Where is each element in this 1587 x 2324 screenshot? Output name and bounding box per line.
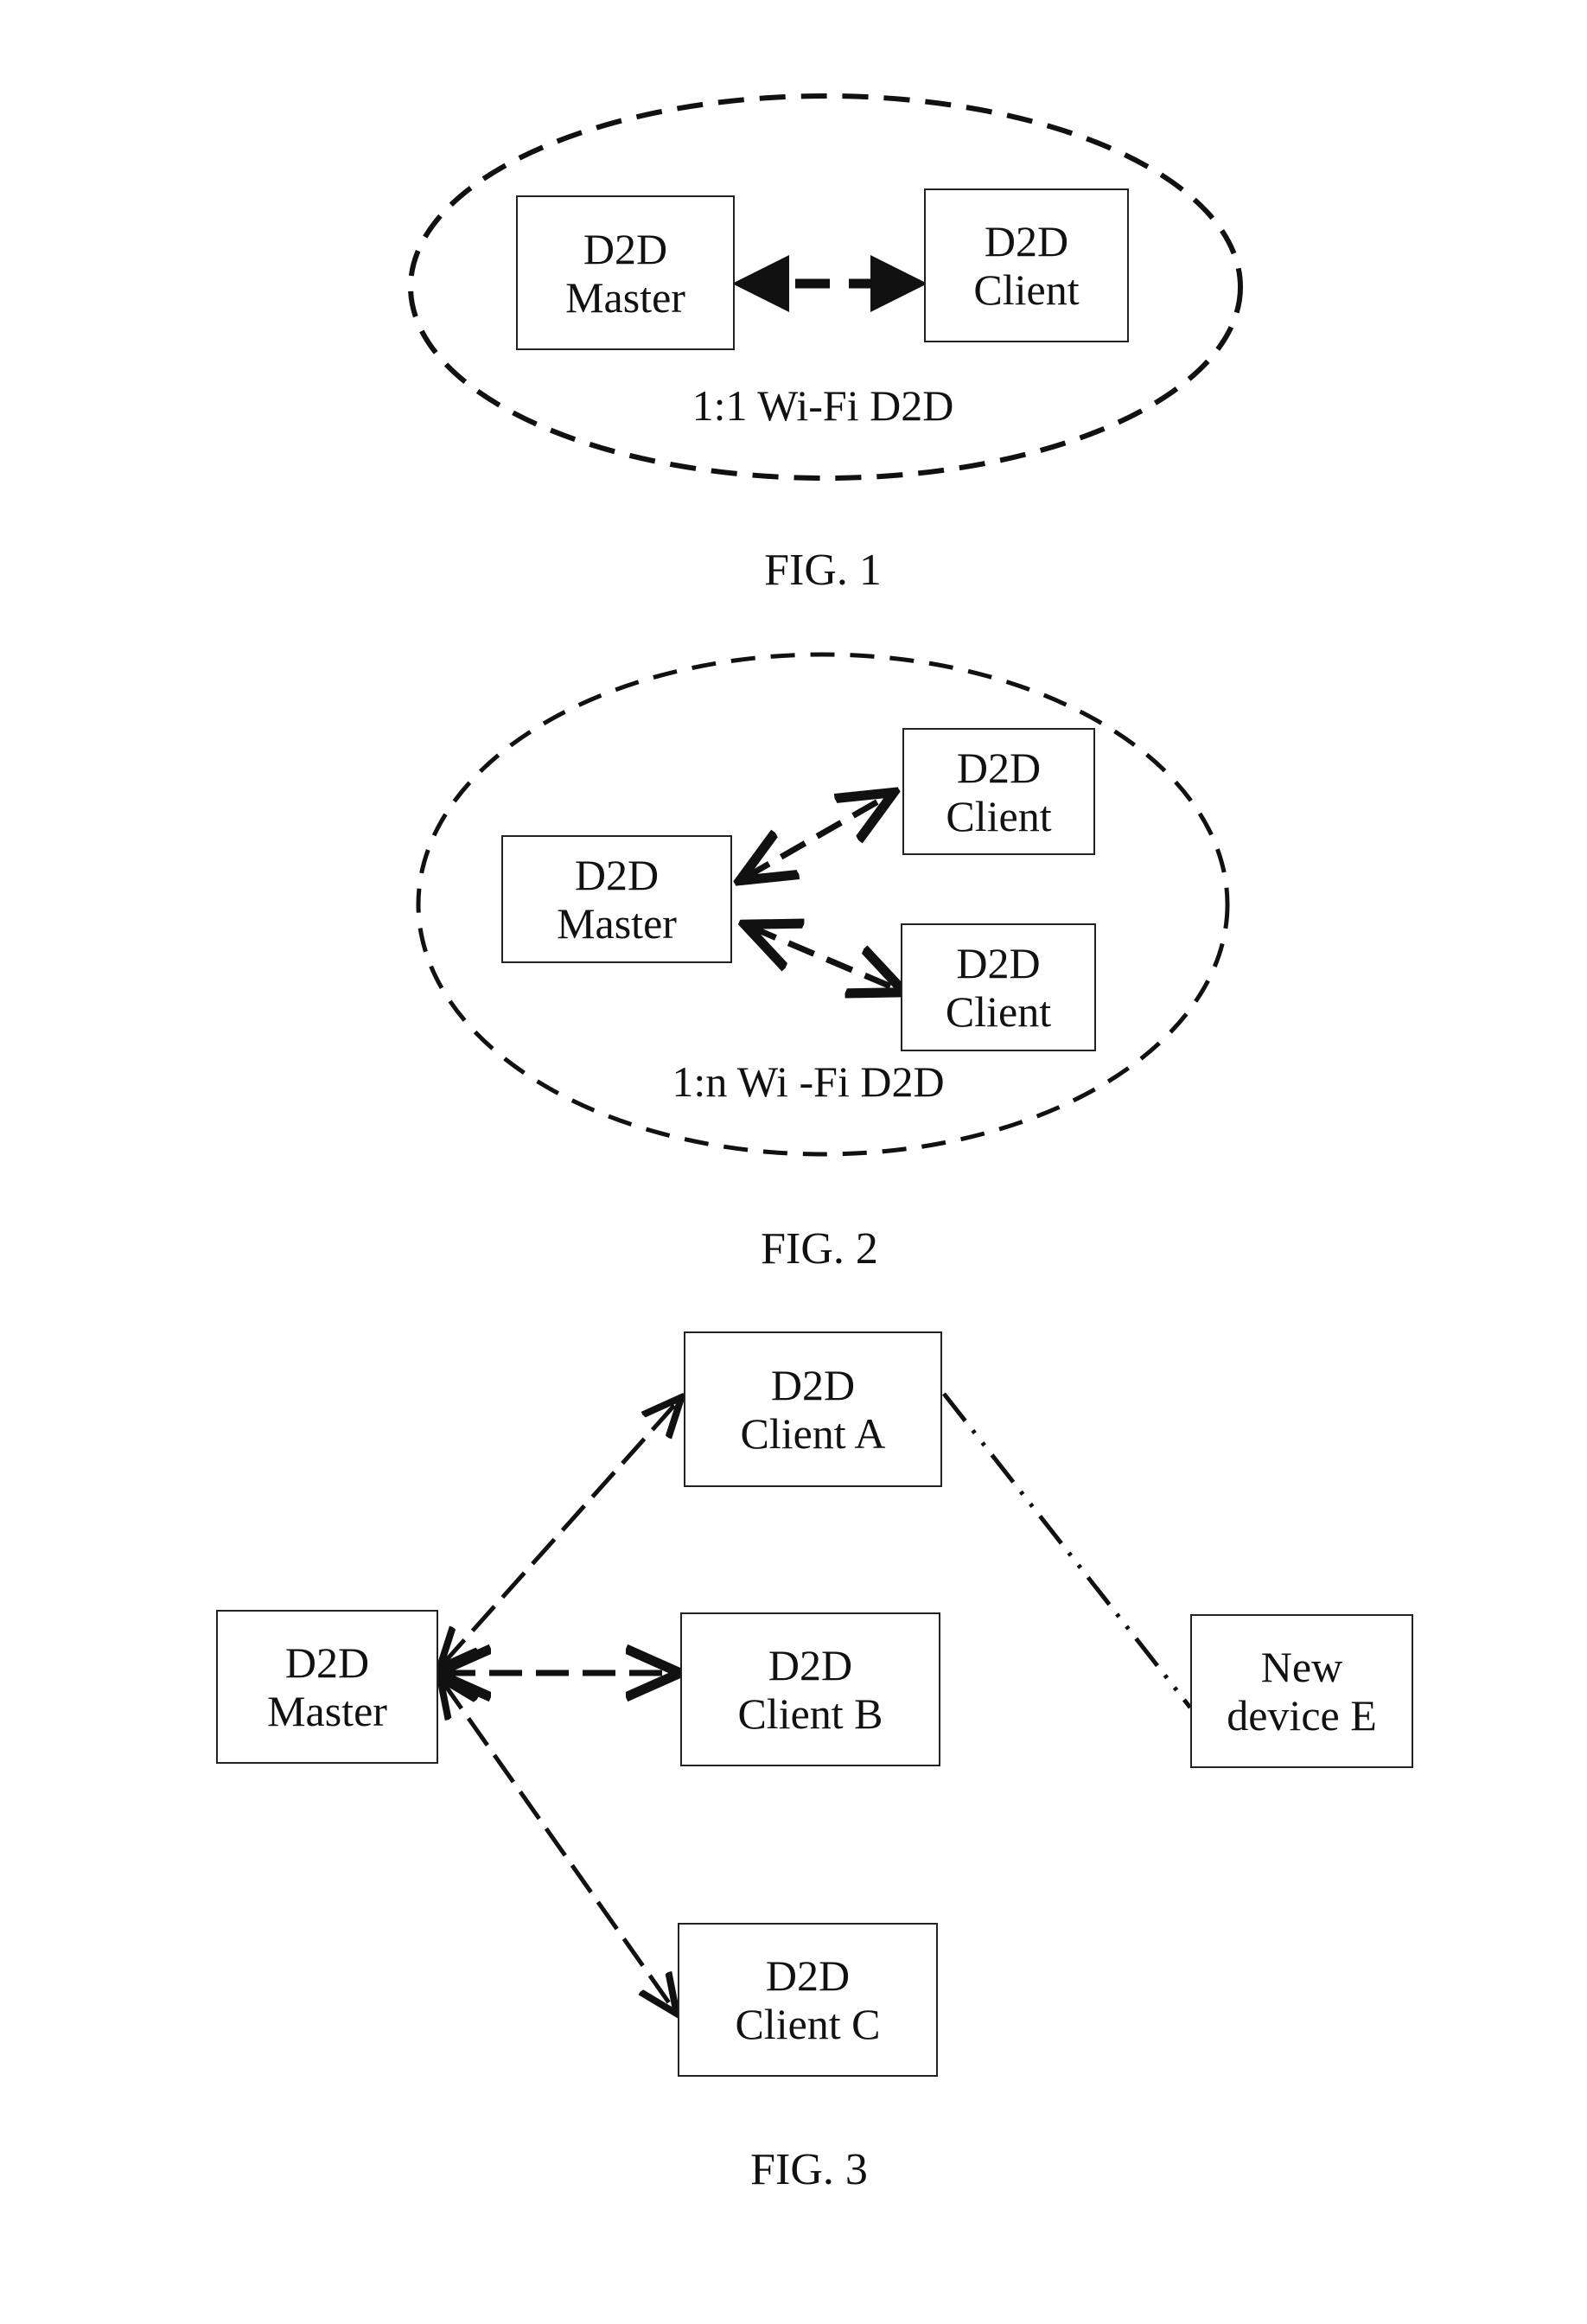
fig1-client-line2: Client (973, 265, 1080, 314)
fig3-master-box: D2D Master (216, 1610, 438, 1764)
fig3-new-device-line1: New (1260, 1643, 1343, 1691)
fig2-client2-box: D2D Client (901, 923, 1096, 1051)
fig1-master-box: D2D Master (516, 195, 735, 350)
fig1-group-label: 1:1 Wi-Fi D2D (692, 381, 954, 430)
fig3-client-a-box: D2D Client A (684, 1331, 942, 1487)
fig2-master-box: D2D Master (501, 835, 732, 963)
fig1-caption: FIG. 1 (764, 546, 882, 595)
fig2-link-arrow-2 (750, 927, 899, 990)
fig2-group-label: 1:n Wi -Fi D2D (672, 1057, 945, 1106)
fig3-new-device-box: New device E (1190, 1614, 1413, 1768)
fig1-client-line1: D2D (984, 217, 1069, 265)
fig2-client1-line2: Client (946, 791, 1052, 840)
fig1-master-line2: Master (565, 272, 685, 322)
fig3-master-line2: Master (267, 1687, 387, 1735)
fig3-client-a-line2: Client A (740, 1409, 886, 1458)
fig3-client-a-line1: D2D (770, 1361, 856, 1409)
fig3-link-arrow-c (443, 1682, 674, 2010)
fig3-master-line1: D2D (284, 1638, 370, 1687)
fig3-client-c-box: D2D Client C (678, 1923, 938, 2077)
fig2-client2-line1: D2D (956, 939, 1041, 987)
fig3-link-arrow-a (443, 1401, 679, 1664)
fig2-client1-box: D2D Client (902, 728, 1095, 855)
fig2-caption: FIG. 2 (761, 1224, 878, 1274)
fig3-client-b-line1: D2D (768, 1641, 853, 1689)
fig3-client-b-box: D2D Client B (680, 1612, 940, 1766)
fig3-client-c-line1: D2D (765, 1951, 851, 2000)
fig2-master-line2: Master (557, 899, 677, 948)
fig1-client-box: D2D Client (924, 188, 1129, 342)
fig3-client-b-line2: Client B (737, 1689, 883, 1738)
fig2-link-arrow-1 (745, 795, 889, 878)
fig3-client-c-line2: Client C (735, 2000, 881, 2048)
fig2-master-line1: D2D (574, 851, 660, 899)
fig3-caption: FIG. 3 (750, 2145, 868, 2194)
fig3-new-device-line2: device E (1227, 1691, 1377, 1740)
fig3-discovery-link-e (942, 1392, 1192, 1709)
fig2-client1-line1: D2D (956, 743, 1042, 792)
fig2-client2-line2: Client (945, 987, 1052, 1036)
fig1-master-line1: D2D (583, 224, 668, 273)
